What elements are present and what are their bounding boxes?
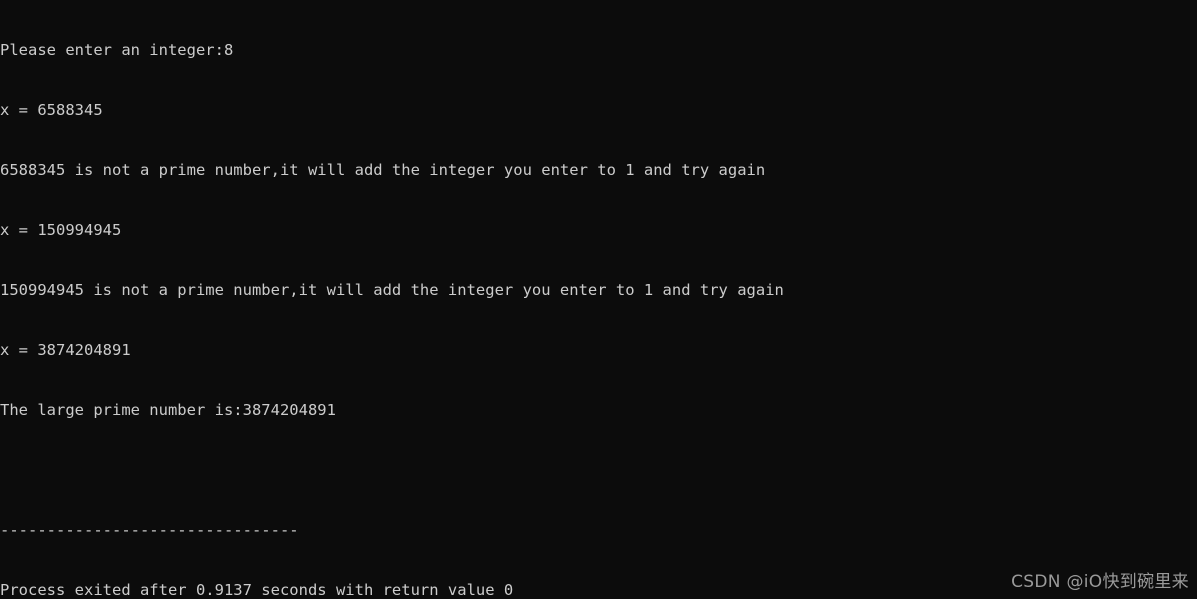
console-line-not-prime-1: 6588345 is not a prime number,it will ad… [0,161,766,179]
console-line-result: The large prime number is:3874204891 [0,401,336,419]
console-line-x-value-2: x = 150994945 [0,221,122,239]
console-output-area: Please enter an integer:8 x = 6588345 65… [0,0,1197,599]
console-line-x-value-1: x = 6588345 [0,101,103,119]
console-line-separator: -------------------------------- [0,521,299,539]
console-line-blank [0,460,1197,480]
console-line-not-prime-2: 150994945 is not a prime number,it will … [0,281,784,299]
console-window[interactable]: Please enter an integer:8 x = 6588345 65… [0,0,1197,599]
csdn-watermark: CSDN @iO快到碗里来 [1011,572,1189,592]
console-line-x-value-3: x = 3874204891 [0,341,131,359]
console-line-prompt-input: Please enter an integer:8 [0,41,234,59]
